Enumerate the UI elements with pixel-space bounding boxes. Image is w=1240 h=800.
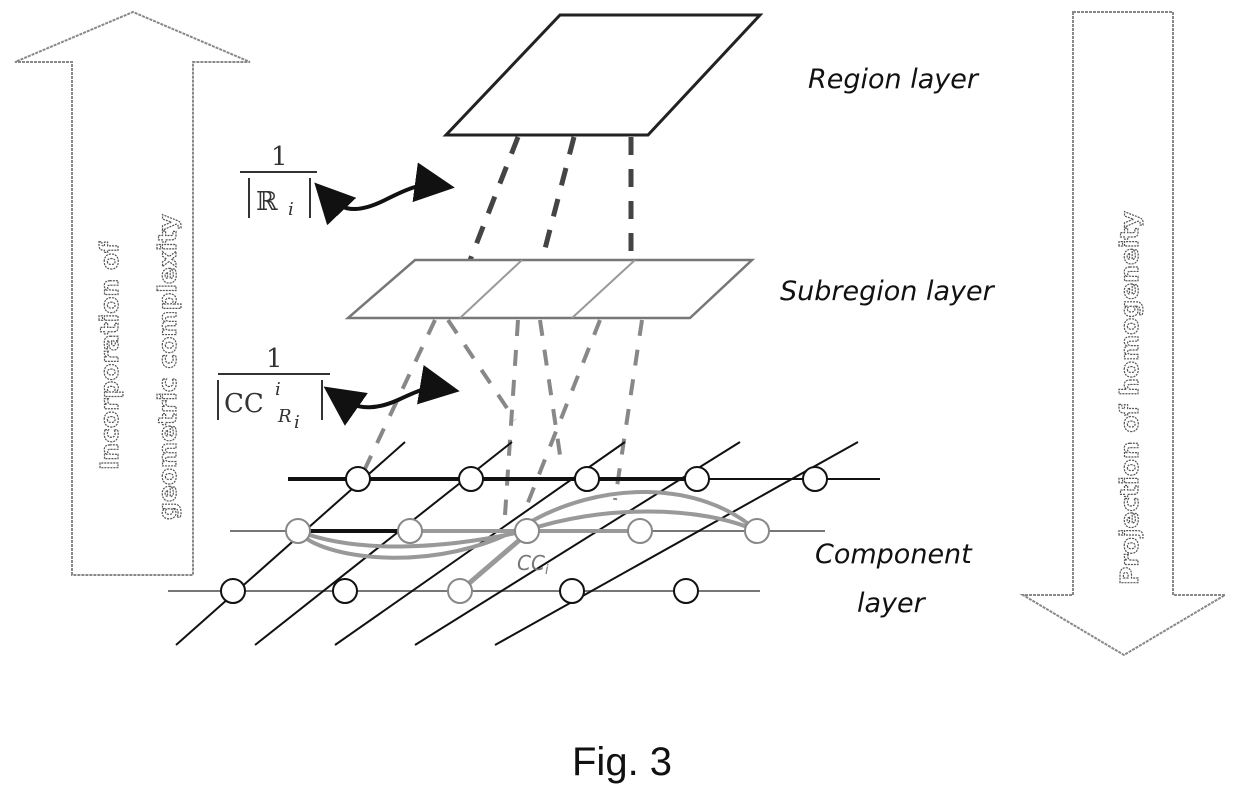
projection-line — [446, 318, 517, 422]
component-weight-symbol: CC — [224, 389, 264, 419]
region-weight-formula: 1 ℝ i — [240, 142, 455, 226]
component-weight-subsubscript: i — [294, 412, 300, 433]
component-layer: CCi Component layer — [168, 441, 973, 646]
right-arrow-label: Projection of homogeneity — [1115, 211, 1144, 585]
component-layer-label-line2: layer — [857, 588, 927, 619]
left-arrow: Incorporation of geometric complexity — [14, 10, 251, 576]
projection-line — [503, 319, 520, 516]
left-arrow-line1: Incorporation of — [95, 241, 124, 470]
grid-node — [673, 578, 699, 604]
grid-node — [397, 518, 423, 544]
grid-node — [627, 518, 653, 544]
grid-node — [514, 518, 540, 544]
region-to-subregion-links — [464, 136, 634, 278]
left-arrow-shape — [14, 10, 251, 576]
grid-node — [744, 518, 770, 544]
subregion-plane — [344, 258, 756, 320]
component-weight-numerator: 1 — [266, 344, 283, 374]
grid-node — [684, 466, 710, 492]
subregion-to-component-links — [353, 318, 644, 516]
left-arrow-line2: geometric complexity — [153, 214, 182, 520]
subregion-layer-label: Subregion layer — [780, 276, 996, 307]
component-label-subscript: i — [545, 563, 549, 578]
region-layer-label: Region layer — [808, 64, 980, 95]
grid-node — [802, 466, 828, 492]
region-plane — [442, 13, 764, 137]
grid-column — [175, 441, 406, 646]
component-weight-arrow-icon — [323, 364, 460, 426]
projection-line — [353, 319, 437, 491]
grid-node — [559, 578, 585, 604]
grid-node — [458, 466, 484, 492]
projection-line — [464, 136, 521, 269]
grid-node — [345, 466, 371, 492]
subregion-layer: Subregion layer — [344, 258, 996, 320]
projection-line — [538, 319, 562, 456]
figure-caption: Fig. 3 — [572, 740, 672, 784]
right-arrow: Projection of homogeneity — [1019, 11, 1229, 657]
region-weight-subscript: i — [288, 199, 294, 220]
diagram-canvas: Incorporation of geometric complexity Pr… — [14, 10, 1229, 784]
component-label-base: CC — [517, 551, 545, 575]
region-weight-symbol: ℝ — [256, 187, 278, 217]
projection-line — [613, 319, 644, 501]
component-weight-subscript: R — [277, 406, 292, 427]
grid-node — [220, 578, 246, 604]
component-weight-formula: 1 CC i R i — [217, 344, 460, 433]
grid-column — [494, 441, 859, 646]
region-weight-arrow-icon — [314, 162, 455, 226]
grid-node — [332, 578, 358, 604]
region-layer: Region layer — [442, 13, 980, 137]
grid-node — [285, 518, 311, 544]
grid-node — [447, 578, 473, 604]
component-label: CCi — [517, 551, 549, 578]
component-layer-label-line1: Component — [815, 539, 973, 570]
component-weight-superscript: i — [275, 379, 281, 400]
projection-line — [537, 136, 577, 269]
grid-node — [574, 466, 600, 492]
region-weight-numerator: 1 — [271, 142, 288, 172]
